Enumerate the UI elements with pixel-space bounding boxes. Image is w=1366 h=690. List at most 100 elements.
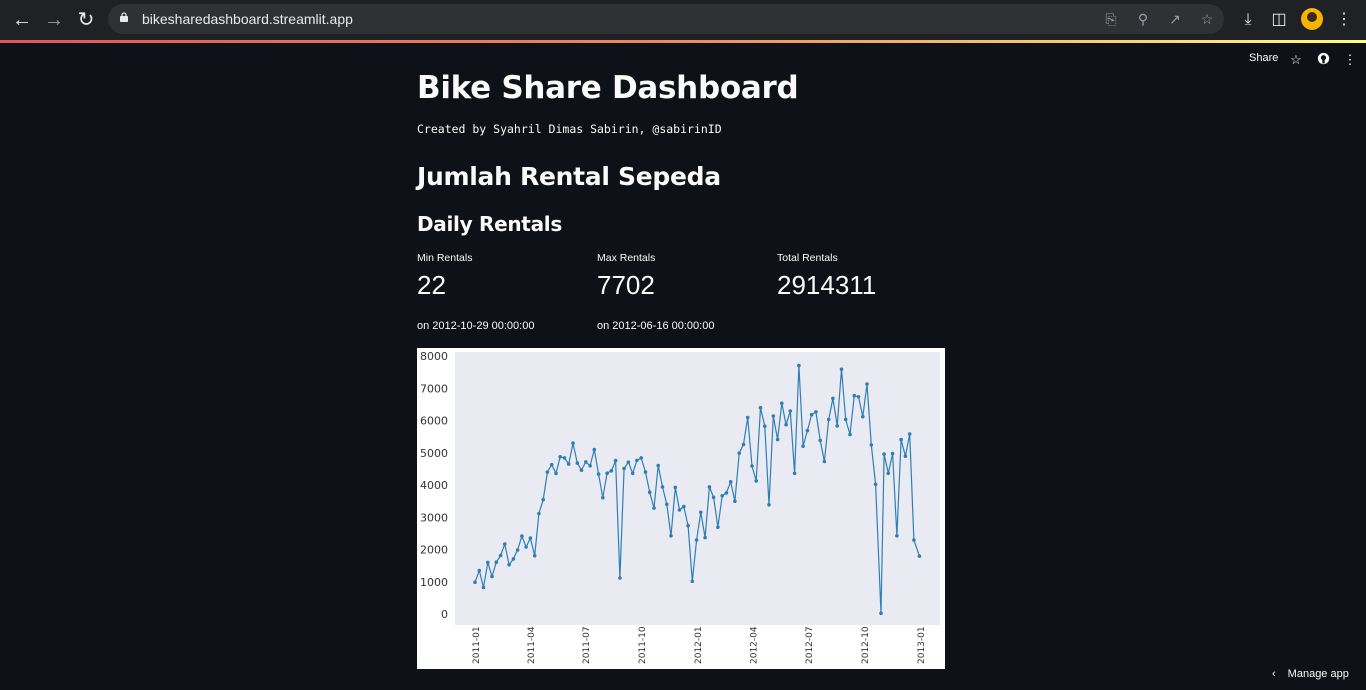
data-point	[554, 471, 558, 476]
total-rentals-label: Total Rentals	[777, 252, 838, 264]
data-point	[814, 410, 818, 414]
y-tick-label: 4000	[420, 479, 448, 492]
address-bar[interactable]: bikesharedashboard.streamlit.app ⎘ ⚲ ↗ ☆	[108, 4, 1224, 34]
data-point	[477, 568, 482, 573]
data-point	[537, 511, 541, 516]
data-point	[737, 451, 741, 455]
data-point	[601, 495, 605, 500]
data-point	[801, 444, 805, 448]
data-point	[703, 535, 707, 540]
data-point	[579, 468, 584, 472]
x-tick-label: 2012-04	[750, 626, 760, 664]
side-panel-icon[interactable]: ◫	[1268, 9, 1290, 31]
data-point	[609, 469, 614, 473]
max-rentals-label: Max Rentals	[597, 252, 656, 264]
data-point	[903, 454, 908, 458]
data-point	[511, 557, 516, 561]
data-point	[686, 523, 690, 528]
data-point	[682, 504, 686, 509]
data-point	[660, 485, 665, 489]
data-point	[626, 460, 631, 464]
data-point	[618, 576, 622, 580]
y-tick-label: 3000	[420, 511, 448, 524]
data-point	[818, 438, 822, 443]
install-app-icon[interactable]: ⎘	[1102, 10, 1120, 28]
data-point	[792, 471, 797, 476]
x-tick-label: 2011-04	[527, 626, 537, 664]
data-point	[839, 367, 844, 371]
share-page-icon[interactable]: ↗	[1166, 10, 1184, 28]
min-rentals-label: Min Rentals	[417, 252, 473, 264]
data-point	[758, 405, 763, 410]
download-icon[interactable]: ⤓	[1237, 9, 1259, 31]
streamlit-loading-bar	[0, 40, 1366, 43]
data-point	[584, 460, 588, 464]
data-point	[861, 414, 865, 419]
data-point	[524, 545, 528, 549]
x-tick-label: 2011-01	[472, 626, 482, 664]
data-point	[520, 534, 524, 538]
forward-arrow-icon[interactable]: →	[42, 8, 66, 32]
github-logo	[1317, 52, 1329, 65]
data-point	[665, 502, 669, 507]
data-point	[826, 417, 831, 422]
reload-icon[interactable]: ↻	[74, 8, 98, 32]
min-rentals-date: on 2012-10-29 00:00:00	[417, 320, 535, 332]
data-point	[596, 472, 601, 476]
data-point	[711, 495, 716, 500]
data-point	[630, 471, 635, 476]
data-point	[507, 562, 511, 567]
data-point	[669, 534, 673, 538]
data-point	[788, 409, 793, 413]
data-point	[566, 462, 571, 466]
star-icon[interactable]: ☆	[1288, 52, 1304, 68]
data-point	[494, 560, 499, 564]
data-point	[843, 417, 848, 422]
data-point	[763, 424, 767, 428]
data-point	[879, 611, 883, 616]
data-point	[558, 455, 562, 459]
data-point	[907, 432, 912, 436]
app-menu-icon[interactable]: ⋮	[1342, 52, 1358, 68]
data-point	[562, 456, 567, 460]
y-tick-label: 6000	[420, 415, 448, 428]
y-tick-label: 8000	[420, 350, 448, 363]
manage-app-button[interactable]: ‹ Manage app	[1272, 668, 1349, 680]
manage-app-label: Manage app	[1287, 668, 1349, 680]
x-tick-label: 2012-01	[694, 626, 704, 664]
browser-menu-icon[interactable]: ⋮	[1333, 9, 1355, 31]
data-point	[545, 470, 550, 474]
data-point	[647, 490, 652, 494]
y-tick-label: 5000	[420, 447, 448, 460]
data-point	[575, 461, 580, 465]
data-point	[592, 447, 597, 452]
data-point	[767, 503, 771, 507]
back-arrow-icon[interactable]: ←	[10, 8, 34, 32]
y-tick-label: 2000	[420, 544, 448, 557]
data-point	[805, 428, 810, 433]
profile-avatar[interactable]	[1301, 8, 1323, 30]
bookmark-star-icon[interactable]: ☆	[1198, 10, 1216, 28]
max-rentals-value: 7702	[597, 270, 655, 300]
data-point	[822, 459, 827, 464]
daily-rentals-chart: 0 1000 2000 3000 4000 5000 6000 7000 8000 2011-01…	[417, 348, 945, 669]
data-point	[741, 442, 746, 447]
data-point	[622, 466, 626, 471]
data-point	[771, 414, 776, 418]
data-point	[745, 415, 750, 420]
github-icon[interactable]	[1315, 52, 1331, 68]
data-point	[481, 585, 486, 590]
data-point	[503, 542, 507, 546]
x-tick-label: 2011-07	[582, 626, 592, 664]
share-button[interactable]: Share	[1249, 52, 1278, 64]
data-point	[699, 510, 703, 515]
data-point	[750, 464, 754, 468]
min-rentals-value: 22	[417, 270, 446, 300]
data-point	[673, 485, 678, 490]
zoom-icon[interactable]: ⚲	[1134, 10, 1152, 28]
y-tick-label: 7000	[420, 382, 448, 395]
data-point	[835, 424, 839, 428]
data-point	[895, 534, 899, 538]
data-point	[571, 441, 575, 445]
data-point	[917, 554, 922, 558]
